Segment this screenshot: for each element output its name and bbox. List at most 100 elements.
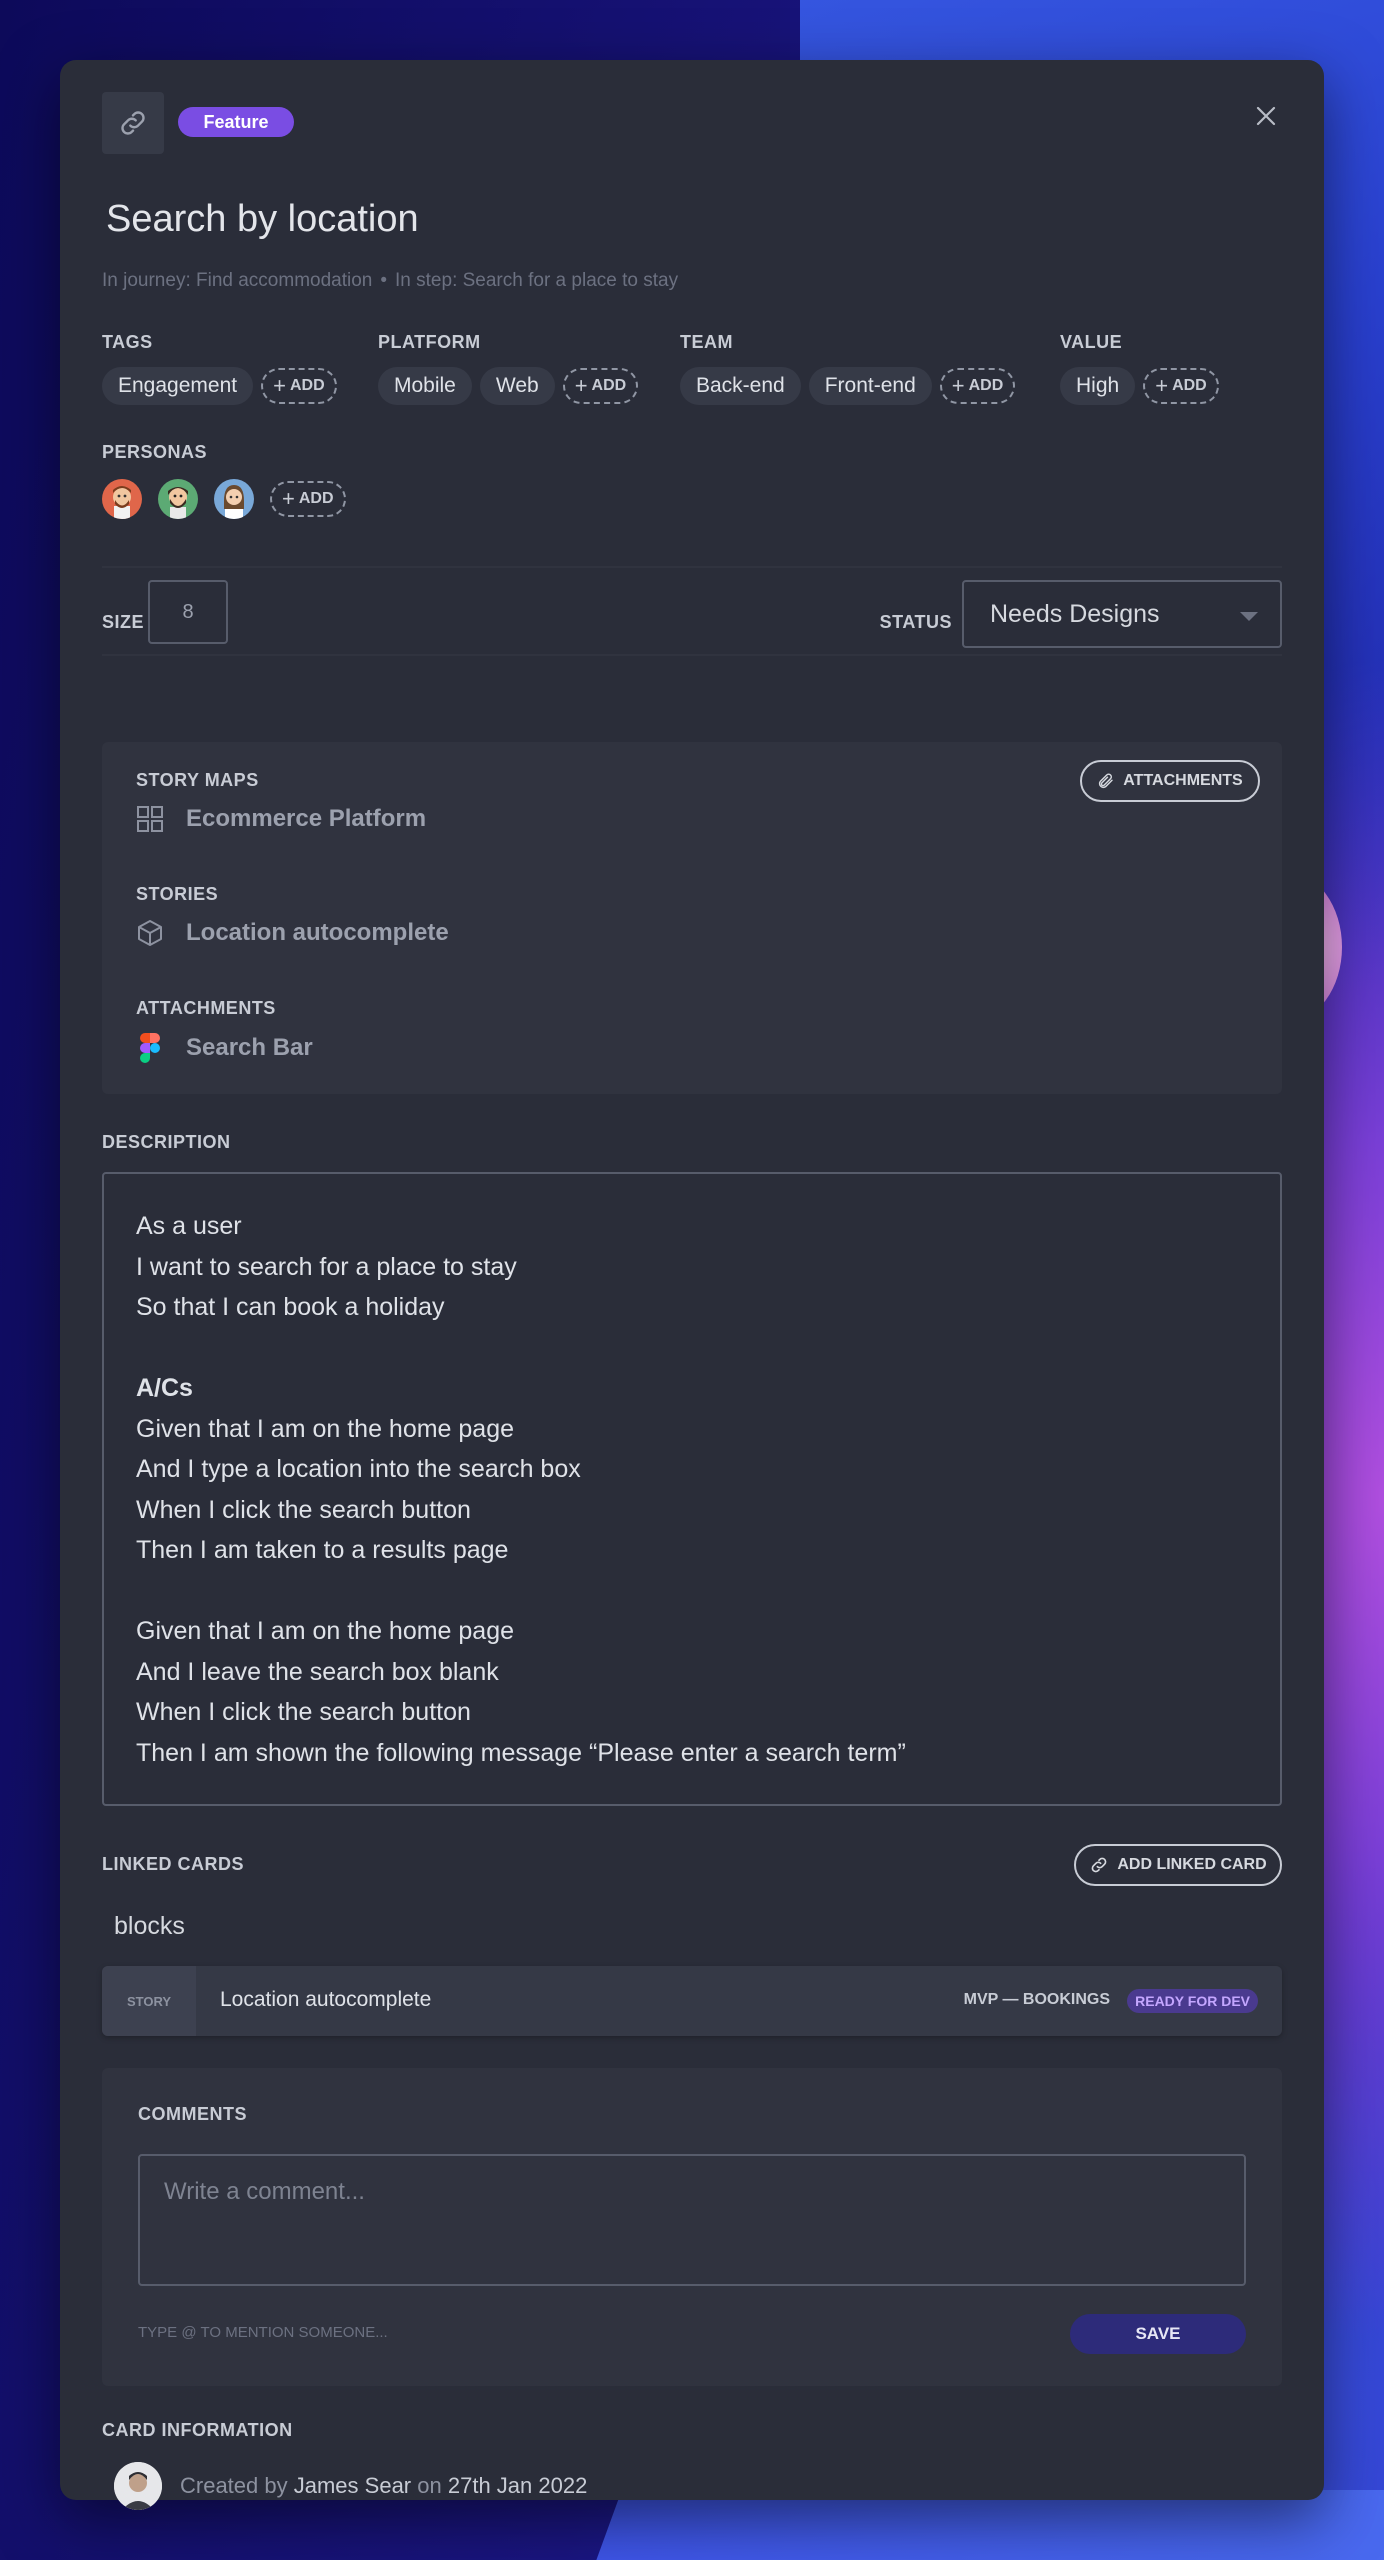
close-button[interactable] bbox=[1248, 98, 1284, 134]
description-line: When I click the search button bbox=[136, 1698, 471, 1726]
add-linked-card-button[interactable]: ADD LINKED CARD bbox=[1074, 1844, 1282, 1886]
description-line: So that I can book a holiday bbox=[136, 1293, 445, 1321]
linked-card[interactable]: STORY Location autocomplete MVP — BOOKIN… bbox=[102, 1966, 1282, 2036]
chevron-down-icon bbox=[1240, 612, 1258, 621]
description-field[interactable]: As a user I want to search for a place t… bbox=[102, 1172, 1282, 1806]
add-persona-button[interactable]: + ADD bbox=[270, 481, 346, 517]
status-value: Needs Designs bbox=[990, 599, 1160, 628]
description-line: Given that I am on the home page bbox=[136, 1617, 515, 1645]
persona-face-icon bbox=[168, 487, 188, 519]
attachment-item[interactable]: Search Bar bbox=[136, 1033, 313, 1063]
status-label: STATUS bbox=[879, 612, 952, 632]
value-chip[interactable]: High bbox=[1060, 367, 1136, 405]
breadcrumb: In journey: Find accommodation • In step: … bbox=[102, 270, 678, 292]
add-tag-button[interactable]: + ADD bbox=[261, 368, 337, 404]
comments-section: COMMENTS Write a comment... TYPE @ TO ME… bbox=[102, 2068, 1282, 2386]
description-line: A/Cs bbox=[136, 1374, 193, 1402]
linked-card-name: Location autocomplete bbox=[220, 1988, 432, 2011]
description-line: As a user bbox=[136, 1212, 242, 1240]
add-platform-button[interactable]: + ADD bbox=[562, 368, 639, 404]
description-line bbox=[136, 1571, 1248, 1612]
card-information-label: CARD INFORMATION bbox=[102, 2420, 293, 2440]
save-button[interactable]: SAVE bbox=[1070, 2314, 1246, 2354]
journey-link[interactable]: In journey: Find accommodation bbox=[102, 270, 372, 291]
persona-avatar[interactable] bbox=[158, 479, 198, 519]
comment-input[interactable]: Write a comment... bbox=[138, 2154, 1246, 2286]
attachments-label: ATTACHMENTS bbox=[136, 998, 276, 1018]
author-name[interactable]: James Sear bbox=[294, 2473, 411, 2498]
card-modal: Feature Search by location In journey: F… bbox=[60, 60, 1324, 2510]
team-chip[interactable]: Front-end bbox=[808, 367, 932, 405]
persona-face-icon bbox=[113, 486, 131, 519]
status-select[interactable]: Needs Designs bbox=[962, 580, 1282, 648]
linked-card-map: MVP — BOOKINGS bbox=[963, 1991, 1110, 2008]
story-maps-section: STORY MAPS Ecommerce Platform bbox=[136, 770, 426, 833]
plus-icon: + bbox=[1155, 373, 1169, 398]
link-icon bbox=[1091, 1857, 1107, 1873]
story-item[interactable]: Location autocomplete bbox=[136, 919, 449, 947]
background-band bbox=[578, 2490, 1384, 2560]
description-line bbox=[136, 1328, 1248, 1369]
type-badge: Feature bbox=[178, 107, 294, 137]
description-line: Given that I am on the home page bbox=[136, 1414, 515, 1443]
cube-icon bbox=[138, 920, 162, 946]
stories-section: STORIES Location autocomplete bbox=[136, 884, 449, 947]
platform-chip[interactable]: Mobile bbox=[378, 367, 472, 405]
persona-avatar[interactable] bbox=[214, 479, 254, 519]
story-maps-label: STORY MAPS bbox=[136, 770, 259, 790]
platform-label: PLATFORM bbox=[378, 332, 481, 352]
relation-label: blocks bbox=[114, 1912, 185, 1940]
divider bbox=[102, 654, 1282, 656]
description-line: I want to search for a place to stay bbox=[136, 1252, 517, 1281]
paperclip-icon bbox=[1099, 773, 1114, 789]
plus-icon: + bbox=[574, 373, 588, 398]
breadcrumb-separator: • bbox=[380, 270, 388, 291]
description-line: And I leave the search box blank bbox=[136, 1657, 499, 1686]
figma-icon bbox=[140, 1033, 160, 1063]
linked-cards-label: LINKED CARDS bbox=[102, 1854, 245, 1874]
links-panel: ATTACHMENTS STORY MAPS Ecommerce Platfor… bbox=[102, 742, 1282, 1094]
status-badge: READY FOR DEV bbox=[1127, 1989, 1258, 2013]
created-date: 27th Jan 2022 bbox=[447, 2473, 588, 2498]
add-team-button[interactable]: + ADD bbox=[939, 368, 1016, 404]
description-line: And I type a location into the search bo… bbox=[136, 1455, 581, 1483]
persona-face-icon bbox=[224, 485, 244, 519]
plus-icon: + bbox=[951, 373, 965, 398]
description-label: DESCRIPTION bbox=[102, 1132, 231, 1152]
platform-chip[interactable]: Web bbox=[479, 367, 555, 405]
stories-label: STORIES bbox=[136, 884, 219, 904]
add-value-button[interactable]: + ADD bbox=[1143, 368, 1219, 404]
team-chip[interactable]: Back-end bbox=[680, 367, 801, 405]
linked-card-type: STORY bbox=[102, 1966, 196, 2036]
personas-group: PERSONAS + ADD bbox=[102, 442, 346, 519]
size-input[interactable]: 8 bbox=[148, 580, 228, 644]
card-title[interactable]: Search by location bbox=[106, 198, 419, 241]
tag-chip[interactable]: Engagement bbox=[102, 367, 254, 405]
step-link[interactable]: In step: Search for a place to stay bbox=[395, 270, 678, 291]
tags-group: TAGS Engagement + ADD bbox=[102, 332, 337, 405]
mention-hint: TYPE @ TO MENTION SOMEONE... bbox=[138, 2324, 388, 2341]
persona-avatar[interactable] bbox=[102, 479, 142, 519]
comments-label: COMMENTS bbox=[138, 2104, 247, 2124]
value-label: VALUE bbox=[1060, 332, 1123, 352]
divider bbox=[102, 566, 1282, 568]
team-label: TEAM bbox=[680, 332, 733, 352]
grid-icon bbox=[137, 806, 163, 832]
created-by-text: Created by James Sear on 27th Jan 2022 bbox=[180, 2473, 588, 2498]
story-map-item[interactable]: Ecommerce Platform bbox=[136, 805, 426, 833]
platform-group: PLATFORM Mobile Web + ADD bbox=[378, 332, 639, 405]
description-line: Then I am shown the following message “P… bbox=[136, 1738, 906, 1767]
close-icon bbox=[1256, 106, 1276, 126]
attachments-button[interactable]: ATTACHMENTS bbox=[1080, 760, 1260, 802]
tags-label: TAGS bbox=[102, 332, 153, 352]
copy-link-button[interactable] bbox=[102, 92, 164, 154]
avatar bbox=[114, 2462, 162, 2510]
description-line: When I click the search button bbox=[136, 1495, 471, 1524]
attachments-section: ATTACHMENTS Search Bar bbox=[136, 998, 313, 1063]
link-icon bbox=[121, 111, 145, 135]
author-photo-icon bbox=[114, 2462, 162, 2510]
description-line: Then I am taken to a results page bbox=[136, 1536, 509, 1564]
value-group: VALUE High + ADD bbox=[1060, 332, 1219, 405]
team-group: TEAM Back-end Front-end + ADD bbox=[680, 332, 1016, 405]
plus-icon: + bbox=[273, 373, 286, 398]
